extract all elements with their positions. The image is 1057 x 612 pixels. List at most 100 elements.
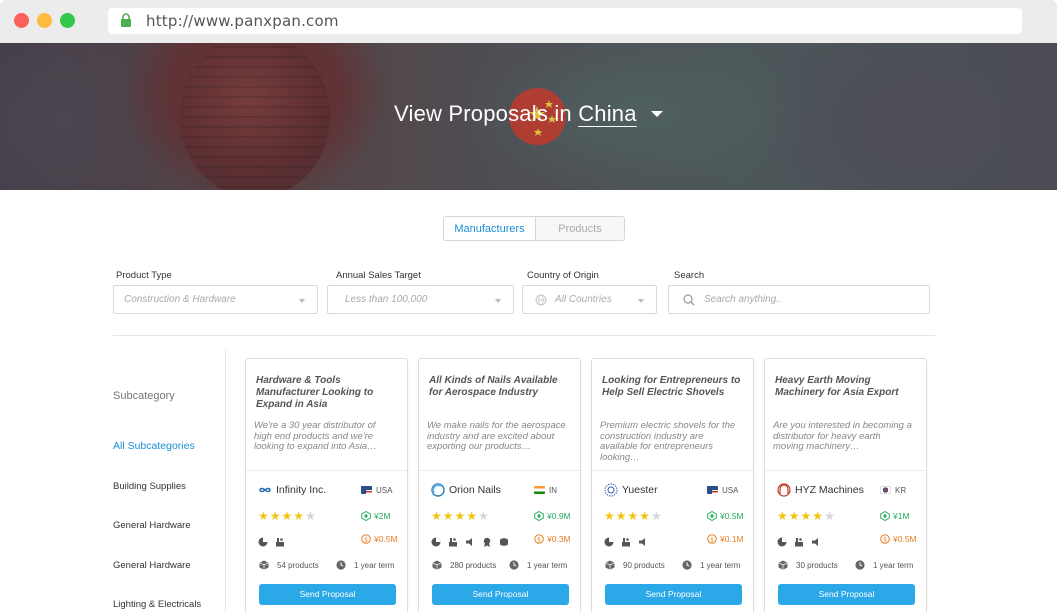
minimize-window-button[interactable] xyxy=(37,13,52,28)
feature-icons xyxy=(604,534,648,547)
star-icon: ★ xyxy=(615,509,628,523)
us-flag-icon xyxy=(707,486,718,494)
star-icon: ★ xyxy=(466,509,479,523)
worker-icon xyxy=(621,534,631,547)
close-window-button[interactable] xyxy=(14,13,29,28)
worker-icon xyxy=(794,534,804,547)
company-name[interactable]: Yuester xyxy=(622,484,658,496)
term-length: 1 year term xyxy=(336,560,394,570)
chevron-down-icon xyxy=(638,299,644,303)
worker-icon xyxy=(448,534,458,547)
divider xyxy=(113,335,935,336)
award-icon xyxy=(482,534,492,547)
rating-stars: ★★★★★ xyxy=(604,509,663,523)
product-count: 90 products xyxy=(605,560,665,570)
tab-manufacturers[interactable]: Manufacturers xyxy=(444,217,536,240)
rating-stars: ★★★★★ xyxy=(431,509,490,523)
infinity-logo-icon xyxy=(257,483,273,497)
address-bar[interactable]: http://www.panxpan.com xyxy=(108,8,1022,34)
svg-text:$: $ xyxy=(710,536,714,543)
country-selector[interactable]: China xyxy=(578,101,636,126)
korea-flag-icon xyxy=(880,486,891,494)
rating-stars: ★★★★★ xyxy=(258,509,317,523)
hero-title: View Proposals in China xyxy=(0,101,1057,127)
us-flag-icon xyxy=(361,486,372,494)
card-description: We make nails for the aerospace industry… xyxy=(427,421,566,452)
sales-metric: ¥2M xyxy=(361,511,391,521)
sales-metric: ¥0.9M xyxy=(534,511,571,521)
send-proposal-button[interactable]: Send Proposal xyxy=(259,584,396,605)
caret-down-icon[interactable] xyxy=(650,110,663,117)
send-proposal-button[interactable]: Send Proposal xyxy=(778,584,915,605)
feature-icons xyxy=(431,534,509,547)
star-icon: ★ xyxy=(293,509,306,523)
sidebar-item-general-hardware[interactable]: General Hardware xyxy=(113,560,191,571)
star-icon: ★ xyxy=(604,509,616,523)
product-type-select[interactable]: Construction & Hardware xyxy=(113,285,318,314)
star-icon: ★ xyxy=(281,509,294,523)
star-icon: ★ xyxy=(651,509,663,523)
send-proposal-button[interactable]: Send Proposal xyxy=(432,584,569,605)
coin-icon: $ xyxy=(361,534,371,544)
company-name[interactable]: HYZ Machines xyxy=(795,484,864,496)
factory-icon xyxy=(777,534,787,547)
hexagon-icon xyxy=(707,511,717,521)
rating-stars: ★★★★★ xyxy=(777,509,836,523)
sidebar-item-building-supplies[interactable]: Building Supplies xyxy=(113,481,186,492)
sidebar-item-general-hardware[interactable]: General Hardware xyxy=(113,520,191,531)
term-length: 1 year term xyxy=(682,560,740,570)
coins-icon xyxy=(499,534,509,546)
hexagon-icon xyxy=(534,511,544,521)
product-count: 280 products xyxy=(432,560,496,570)
card-title: All Kinds of Nails Available for Aerospa… xyxy=(429,375,558,398)
clock-icon xyxy=(509,560,519,570)
proposal-card[interactable]: Looking for Entrepreneurs to Help Sell E… xyxy=(591,358,754,612)
term-length: 1 year term xyxy=(509,560,567,570)
company-name[interactable]: Infinity Inc. xyxy=(276,484,326,496)
annual-sales-label: Annual Sales Target xyxy=(336,270,421,281)
annual-sales-select[interactable]: Less than 100,000 xyxy=(327,285,514,314)
box-icon xyxy=(605,560,615,570)
proposal-card[interactable]: Heavy Earth Moving Machinery for Asia Ex… xyxy=(764,358,927,612)
send-proposal-button[interactable]: Send Proposal xyxy=(605,584,742,605)
star-icon: ★ xyxy=(800,509,813,523)
feature-icons xyxy=(258,534,285,547)
hexagon-icon xyxy=(361,511,371,521)
subcategory-title: Subcategory xyxy=(113,390,175,402)
tab-products[interactable]: Products xyxy=(535,217,624,240)
company-name[interactable]: Orion Nails xyxy=(449,484,501,496)
country-select[interactable]: All Countries xyxy=(522,285,657,314)
star-icon: ★ xyxy=(454,509,467,523)
search-placeholder: Search anything.. xyxy=(704,294,782,305)
card-title: Looking for Entrepreneurs to Help Sell E… xyxy=(602,375,741,398)
svg-text:$: $ xyxy=(537,536,541,543)
factory-icon xyxy=(431,534,441,547)
star-icon: ★ xyxy=(305,509,317,523)
search-label: Search xyxy=(674,270,705,281)
star-icon: ★ xyxy=(788,509,801,523)
speaker-icon xyxy=(465,534,475,546)
proposal-card[interactable]: All Kinds of Nails Available for Aerospa… xyxy=(418,358,581,612)
country-label: Country of Origin xyxy=(527,270,599,281)
coin-icon: $ xyxy=(534,534,544,544)
factory-icon xyxy=(604,534,614,547)
sidebar-item-all-subcategories[interactable]: All Subcategories xyxy=(113,440,195,452)
hexagon-icon xyxy=(880,511,890,521)
star-icon: ★ xyxy=(824,509,836,523)
proposal-card[interactable]: Hardware & Tools Manufacturer Looking to… xyxy=(245,358,408,612)
card-description: We're a 30 year distributor of high end … xyxy=(254,421,377,452)
sidebar-item-lighting-electricals[interactable]: Lighting & Electricals xyxy=(113,599,201,610)
speaker-icon xyxy=(811,534,821,546)
product-count: 54 products xyxy=(259,560,319,570)
card-title: Hardware & Tools Manufacturer Looking to… xyxy=(256,375,374,410)
maximize-window-button[interactable] xyxy=(60,13,75,28)
star-icon: ★ xyxy=(431,509,443,523)
sales-metric: ¥0.5M xyxy=(707,511,744,521)
sidebar-divider xyxy=(225,349,226,612)
star-icon: ★ xyxy=(812,509,825,523)
search-input[interactable]: Search anything.. xyxy=(668,285,930,314)
box-icon xyxy=(259,560,269,570)
feature-icons xyxy=(777,534,821,547)
star-icon: ★ xyxy=(639,509,652,523)
coin-icon: $ xyxy=(707,534,717,544)
